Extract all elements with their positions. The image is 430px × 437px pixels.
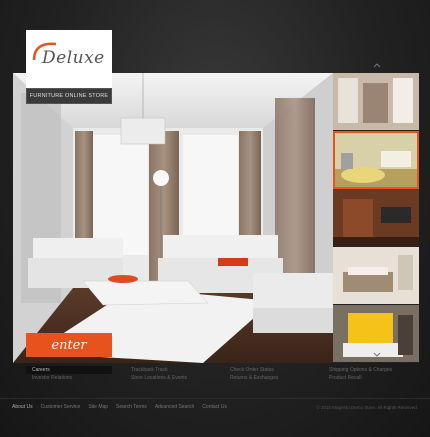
- nav-site-map[interactable]: Site Map: [88, 404, 108, 410]
- logo[interactable]: Deluxe: [26, 30, 112, 88]
- link-careers[interactable]: Careers: [26, 366, 112, 374]
- gallery-thumb-4[interactable]: [333, 247, 419, 305]
- nav-customer-service[interactable]: Customer Service: [41, 404, 81, 410]
- links-column-2: Trackback Track Store Locations & Events: [125, 366, 224, 382]
- gallery-thumb-1[interactable]: [333, 73, 419, 131]
- link-returns[interactable]: Returns & Exchanges: [224, 374, 323, 382]
- nav-advanced-search[interactable]: Advanced Search: [155, 404, 194, 410]
- nav-contact-us[interactable]: Contact Us: [202, 404, 227, 410]
- nav-search-terms[interactable]: Search Terms: [116, 404, 147, 410]
- store-tagline: FURNITURE ONLINE STORE: [26, 88, 112, 104]
- footer-divider: [0, 398, 430, 399]
- links-column-3: Check Order Status Returns & Exchanges: [224, 366, 323, 382]
- footer-nav: About Us Customer Service Site Map Searc…: [12, 404, 227, 410]
- link-investor-relations[interactable]: Investor Relations: [26, 374, 125, 382]
- links-column-4: Shipping Options & Charges Product Recal…: [323, 366, 422, 382]
- gallery-down-arrow-icon[interactable]: [372, 351, 382, 359]
- hero-image: [13, 73, 333, 363]
- links-column-1: Careers Investor Relations: [26, 366, 125, 382]
- link-product-recall[interactable]: Product Recall: [323, 374, 422, 382]
- footer-links: Careers Investor Relations Trackback Tra…: [26, 366, 422, 382]
- nav-about-us[interactable]: About Us: [12, 404, 33, 410]
- link-shipping[interactable]: Shipping Options & Charges: [323, 366, 422, 374]
- gallery-thumbnails: [333, 73, 419, 363]
- copyright: © 2010 Magento Demo Store. All Rights Re…: [316, 405, 418, 410]
- logo-text: Deluxe: [42, 48, 105, 68]
- link-trackback[interactable]: Trackback Track: [125, 366, 224, 374]
- link-store-locations[interactable]: Store Locations & Events: [125, 374, 224, 382]
- link-order-status[interactable]: Check Order Status: [224, 366, 323, 374]
- gallery-thumb-2[interactable]: [333, 131, 419, 189]
- gallery-thumb-3[interactable]: [333, 189, 419, 247]
- enter-button[interactable]: enter: [26, 333, 112, 357]
- gallery-up-arrow-icon[interactable]: [372, 61, 382, 69]
